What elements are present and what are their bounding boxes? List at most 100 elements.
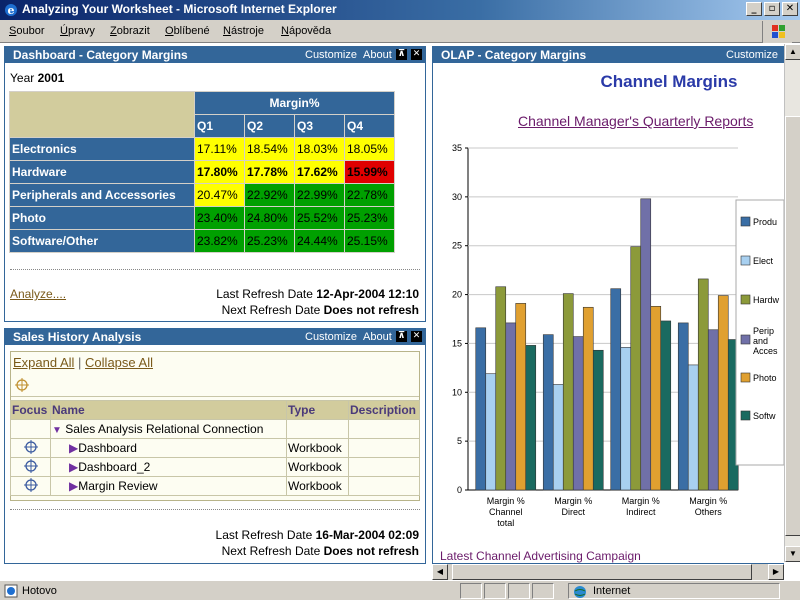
- sales-history-portlet: Sales History Analysis Customize About ⊼…: [4, 328, 426, 564]
- sales-about-link[interactable]: About: [363, 331, 392, 343]
- vertical-scrollbar[interactable]: ▲ ▼: [784, 44, 800, 562]
- workbook-arrow-icon[interactable]: ▶: [69, 479, 78, 493]
- margin-cell: 25.23%: [344, 206, 395, 230]
- focus-cell[interactable]: [10, 438, 51, 458]
- collapse-triangle-icon[interactable]: ▼: [52, 425, 62, 436]
- focus-crosshair-icon[interactable]: [15, 378, 29, 392]
- quarter-header: Q4: [344, 114, 395, 138]
- legend-label: Elect: [753, 256, 774, 266]
- scroll-down-button[interactable]: ▼: [785, 546, 800, 562]
- next-refresh-label: Next Refresh Date: [221, 544, 321, 558]
- window-title: Analyzing Your Worksheet - Microsoft Int…: [22, 2, 337, 16]
- last-refresh-label: Last Refresh Date: [215, 528, 313, 542]
- sales-header: Sales History Analysis Customize About ⊼…: [5, 329, 425, 345]
- focus-crosshair-icon[interactable]: [23, 439, 38, 454]
- legend-label: Photo: [753, 373, 777, 383]
- advertising-campaign-link[interactable]: Latest Channel Advertising Campaign: [440, 549, 641, 563]
- margin-cell: 25.23%: [244, 229, 295, 253]
- bar: [525, 345, 537, 491]
- margin-cell: 23.82%: [194, 229, 245, 253]
- margin-header: Margin%: [194, 91, 395, 115]
- margin-cell: 24.80%: [244, 206, 295, 230]
- scroll-right-button[interactable]: ▶: [768, 564, 784, 580]
- bar: [572, 336, 584, 491]
- dashboard-portlet: Dashboard - Category Margins Customize A…: [4, 46, 426, 322]
- legend-swatch: [740, 255, 751, 266]
- collapse-all-link[interactable]: Collapse All: [85, 355, 153, 370]
- scroll-up-button[interactable]: ▲: [785, 44, 800, 60]
- margin-cell: 22.99%: [294, 183, 345, 207]
- sales-customize-link[interactable]: Customize: [305, 331, 357, 343]
- dashboard-pin-icon[interactable]: ⊼: [396, 49, 407, 60]
- menu-napoveda[interactable]: Nápověda: [281, 25, 331, 37]
- workbook-type: Workbook: [286, 457, 349, 477]
- workbook-name-cell[interactable]: ▶Dashboard: [50, 438, 287, 458]
- legend-label: Produ: [753, 217, 777, 227]
- root-name: Sales Analysis Relational Connection: [65, 422, 264, 436]
- quarter-header: Q3: [294, 114, 345, 138]
- bar: [707, 329, 719, 491]
- x-tick-label: Margin %: [487, 496, 525, 506]
- sales-close-icon[interactable]: ✕: [411, 331, 422, 342]
- zone-text: Internet: [593, 585, 631, 597]
- close-button[interactable]: ✕: [782, 2, 798, 16]
- menu-upravy[interactable]: Úpravy: [60, 25, 95, 37]
- workbook-name-cell[interactable]: ▶Dashboard_2: [50, 457, 287, 477]
- year-value: 2001: [37, 71, 65, 85]
- maximize-button[interactable]: ▫: [764, 2, 780, 16]
- analyze-link[interactable]: Analyze....: [10, 287, 66, 301]
- workbook-type: Workbook: [286, 476, 349, 496]
- category-label: Software/Other: [9, 229, 195, 253]
- menu-oblibene[interactable]: Oblíbené: [165, 25, 210, 37]
- focus-cell[interactable]: [10, 476, 51, 496]
- focus-crosshair-icon[interactable]: [23, 477, 38, 492]
- bar: [697, 278, 709, 491]
- y-tick-label: 0: [457, 485, 462, 495]
- sales-pin-icon[interactable]: ⊼: [396, 331, 407, 342]
- window-title-bar[interactable]: e Analyzing Your Worksheet - Microsoft I…: [0, 0, 800, 20]
- globe-icon: [574, 586, 586, 598]
- internet-explorer-icon: e: [5, 4, 17, 17]
- bar: [677, 322, 689, 491]
- legend-swatch: [740, 410, 751, 421]
- scroll-thumb[interactable]: [785, 116, 800, 536]
- margin-cell: 25.15%: [344, 229, 395, 253]
- status-text: Hotovo: [22, 585, 57, 597]
- scroll-left-button[interactable]: ◀: [432, 564, 448, 580]
- quarterly-reports-link[interactable]: Channel Manager's Quarterly Reports: [518, 113, 753, 129]
- last-refresh-value: 12-Apr-2004 12:10: [316, 287, 419, 301]
- margin-cell: 17.80%: [194, 160, 245, 184]
- dashboard-close-icon[interactable]: ✕: [411, 49, 422, 60]
- workbook-arrow-icon[interactable]: ▶: [69, 460, 78, 474]
- table-row: Hardware 17.80% 17.78% 17.62% 15.99%: [9, 160, 395, 184]
- bar: [475, 327, 487, 491]
- focus-column-header: Focus: [10, 400, 51, 420]
- chart-title: Channel Margins: [600, 72, 738, 91]
- workbook-name-cell[interactable]: ▶Margin Review: [50, 476, 287, 496]
- next-refresh-value: Does not refresh: [323, 303, 419, 317]
- legend-swatch: [740, 216, 751, 227]
- dashboard-customize-link[interactable]: Customize: [305, 49, 357, 61]
- table-row: Peripherals and Accessories 20.47% 22.92% 2…: [9, 183, 395, 207]
- bar: [515, 303, 527, 491]
- workbook-arrow-icon[interactable]: ▶: [69, 441, 78, 455]
- category-label: Electronics: [9, 137, 195, 161]
- horizontal-scrollbar[interactable]: ◀ ▶: [432, 564, 784, 580]
- expand-all-link[interactable]: Expand All: [13, 355, 74, 370]
- menu-soubor[interactable]: Soubor: [9, 25, 44, 37]
- tree-root[interactable]: ▼ Sales Analysis Relational Connection: [50, 419, 287, 439]
- menu-zobrazit[interactable]: Zobrazit: [110, 25, 150, 37]
- sales-refresh-info: Last Refresh Date 16-Mar-2004 02:09 Next…: [216, 528, 419, 558]
- menu-nastroje[interactable]: Nástroje: [223, 25, 264, 37]
- minimize-button[interactable]: _: [746, 2, 762, 16]
- olap-customize-link[interactable]: Customize: [726, 49, 778, 61]
- hscroll-thumb[interactable]: [452, 564, 752, 580]
- bar: [582, 306, 594, 491]
- dashboard-about-link[interactable]: About: [363, 49, 392, 61]
- bar: [542, 334, 554, 491]
- bar: [660, 320, 672, 491]
- focus-crosshair-icon[interactable]: [23, 458, 38, 473]
- sales-tree-table: Focus Name Type Description ▼ Sales Anal…: [10, 400, 420, 496]
- focus-cell[interactable]: [10, 457, 51, 477]
- margin-cell: 18.03%: [294, 137, 345, 161]
